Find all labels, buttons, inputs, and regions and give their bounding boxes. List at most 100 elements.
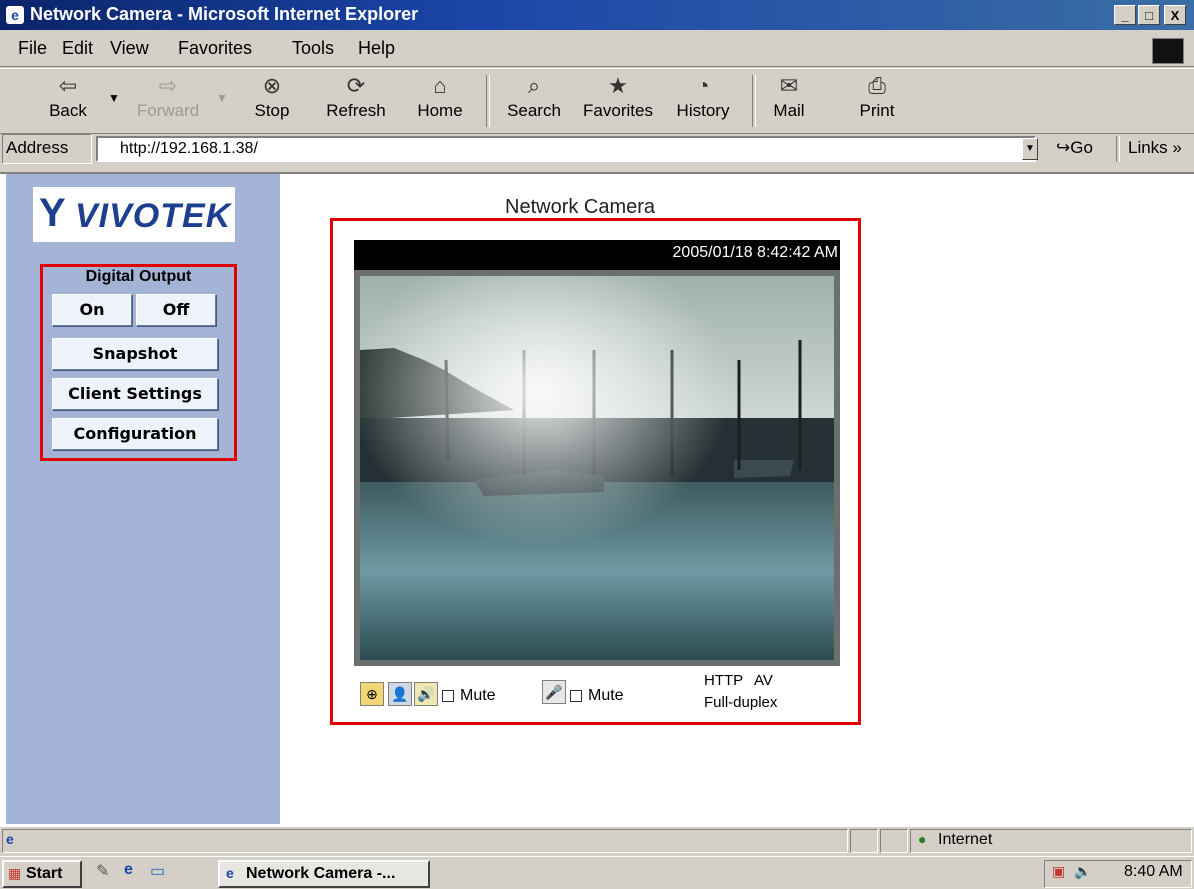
history-button[interactable]: ◔ History <box>668 73 738 121</box>
zoom-icon[interactable]: ⊕ <box>360 682 384 706</box>
favorites-button[interactable]: ★ Favorites <box>574 73 662 121</box>
back-dropdown-icon[interactable]: ▼ <box>108 91 120 105</box>
stop-icon: ⊗ <box>262 73 282 98</box>
home-icon: ⌂ <box>433 73 447 98</box>
quicklaunch-edit-icon[interactable]: ✎ <box>96 861 109 881</box>
mail-icon: ✉ <box>779 73 799 98</box>
client-settings-button[interactable]: Client Settings <box>52 378 218 410</box>
start-label: Start <box>26 865 63 882</box>
history-label: History <box>676 101 730 120</box>
print-label: Print <box>859 101 895 120</box>
talk-person-icon[interactable]: 👤 <box>388 682 412 706</box>
taskbar-task-network-camera[interactable]: e Network Camera -... <box>218 860 430 888</box>
search-button[interactable]: ⌕ Search <box>500 73 568 121</box>
print-button[interactable]: ⎙ Print <box>852 73 902 121</box>
maximize-button[interactable]: □ <box>1138 5 1160 25</box>
forward-dropdown-icon[interactable]: ▼ <box>216 91 228 105</box>
refresh-label: Refresh <box>326 101 386 120</box>
stop-button[interactable]: ⊗ Stop <box>244 73 300 121</box>
camera-page-title: Network Camera <box>505 196 656 218</box>
menu-help[interactable]: Help <box>358 38 395 59</box>
tray-network-icon[interactable]: ▣ <box>1052 863 1065 880</box>
speaker-icon[interactable]: 🔊 <box>414 682 438 706</box>
address-bar: Address http://192.168.1.38/ ▼ ↪Go Links… <box>0 134 1194 166</box>
windows-flag-icon: ▦ <box>8 865 22 881</box>
snapshot-button[interactable]: Snapshot <box>52 338 218 370</box>
mute-speaker-label: Mute <box>460 687 496 704</box>
start-button[interactable]: ▦ Start <box>2 860 82 888</box>
minimize-button[interactable]: _ <box>1114 5 1136 25</box>
go-label: Go <box>1070 138 1093 157</box>
mail-button[interactable]: ✉ Mail <box>764 73 814 121</box>
tray-volume-icon[interactable]: 🔈 <box>1074 863 1091 880</box>
globe-icon: ● <box>918 831 927 847</box>
toolbar: ⇦ Back ▼ ⇨ Forward ▼ ⊗ Stop ⟳ Refresh ⌂ … <box>0 68 1194 134</box>
clock: 8:40 AM <box>1124 863 1183 880</box>
search-label: Search <box>507 101 561 120</box>
task-label: Network Camera -... <box>246 865 396 882</box>
favorites-label: Favorites <box>583 101 653 120</box>
camera-timestamp: 2005/01/18 8:42:42 AM <box>672 244 838 261</box>
logo-text: VIVOTEK <box>75 197 232 235</box>
quicklaunch-ie-icon[interactable]: e <box>124 861 133 879</box>
home-button[interactable]: ⌂ Home <box>408 73 472 121</box>
forward-label: Forward <box>136 101 200 120</box>
print-icon: ⎙ <box>868 73 886 98</box>
toolbar-separator <box>752 75 756 127</box>
taskbar: ▦ Start ✎ e ▭ e Network Camera -... ▣ 🔈 … <box>0 856 1194 889</box>
forward-arrow-icon: ⇨ <box>158 73 178 98</box>
windows-logo-icon <box>1152 38 1184 64</box>
task-ie-icon: e <box>226 865 234 881</box>
camera-video-view[interactable] <box>354 270 840 666</box>
window-title: Network Camera - Microsoft Internet Expl… <box>30 4 419 24</box>
home-label: Home <box>417 101 463 120</box>
digital-output-off-button[interactable]: Off <box>136 294 216 326</box>
close-button[interactable]: X <box>1164 5 1186 25</box>
menu-bar: File Edit View Favorites Tools Help <box>0 32 1194 67</box>
go-arrow-icon: ↪ <box>1056 138 1071 157</box>
duplex-label: Full-duplex <box>704 694 778 711</box>
address-url[interactable]: http://192.168.1.38/ <box>120 140 258 158</box>
back-button[interactable]: ⇦ Back <box>40 73 96 121</box>
refresh-icon: ⟳ <box>346 73 366 98</box>
go-button[interactable]: ↪Go <box>1056 138 1093 158</box>
refresh-button[interactable]: ⟳ Refresh <box>320 73 392 121</box>
logo-mark-icon: Y <box>39 191 66 235</box>
links-button[interactable]: Links » <box>1128 138 1182 158</box>
zone-label: Internet <box>938 831 993 848</box>
back-arrow-icon: ⇦ <box>58 73 78 98</box>
ie-icon: e <box>6 6 24 24</box>
menu-edit[interactable]: Edit <box>62 38 93 59</box>
forward-button[interactable]: ⇨ Forward <box>130 73 206 121</box>
mute-mic-checkbox[interactable] <box>570 690 582 702</box>
status-pane <box>850 829 878 853</box>
camera-controls: ⊕ 👤 🔊 Mute 🎤 Mute HTTP AV Full-duplex <box>354 670 840 718</box>
address-dropdown-icon[interactable]: ▼ <box>1022 138 1038 160</box>
mail-label: Mail <box>773 101 805 120</box>
mode-label: AV <box>754 672 773 689</box>
menu-favorites[interactable]: Favorites <box>178 38 252 59</box>
status-pane <box>880 829 908 853</box>
address-separator <box>1116 136 1120 162</box>
menu-view[interactable]: View <box>110 38 149 59</box>
harbor-scene <box>354 270 840 666</box>
mute-speaker-checkbox[interactable] <box>442 690 454 702</box>
status-bar: e ● Internet <box>0 826 1194 855</box>
mute-mic-label: Mute <box>588 687 624 704</box>
status-main-pane <box>2 829 848 853</box>
digital-output-on-button[interactable]: On <box>52 294 132 326</box>
menu-tools[interactable]: Tools <box>292 38 334 59</box>
quicklaunch-desktop-icon[interactable]: ▭ <box>150 861 165 881</box>
configuration-button[interactable]: Configuration <box>52 418 218 450</box>
digital-output-title: Digital Output <box>85 268 192 285</box>
menu-file[interactable]: File <box>18 38 47 59</box>
favorites-icon: ★ <box>608 73 628 98</box>
search-icon: ⌕ <box>527 73 541 98</box>
address-label: Address <box>6 138 69 157</box>
history-icon: ◔ <box>696 73 710 98</box>
page-icon: e <box>6 831 14 847</box>
back-label: Back <box>49 101 87 120</box>
microphone-icon[interactable]: 🎤 <box>542 680 566 704</box>
vivotek-logo: Y VIVOTEK <box>33 187 235 242</box>
protocol-label: HTTP <box>704 672 744 689</box>
